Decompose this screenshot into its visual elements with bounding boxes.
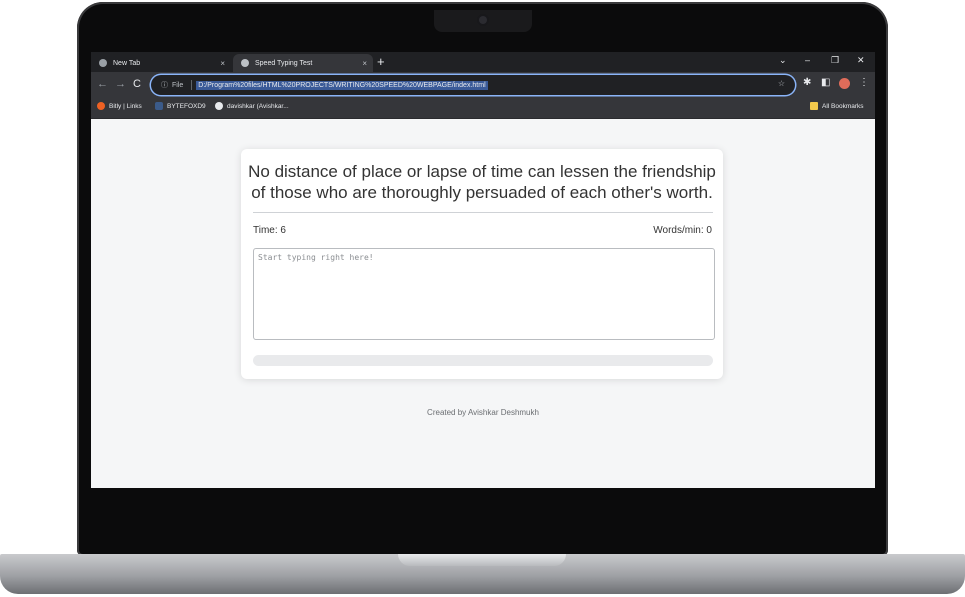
typing-input[interactable]	[253, 248, 715, 340]
laptop-lid-notch	[398, 554, 566, 566]
progress-bar	[253, 355, 713, 366]
bookmark-bitly[interactable]: Bitly | Links	[97, 102, 142, 110]
footer-credit: Created by Avishkar Deshmukh	[427, 408, 539, 417]
bookmark-label: BYTEFOXD9	[167, 102, 206, 110]
bytefox-icon	[155, 102, 163, 110]
bookmark-star-icon[interactable]: ☆	[778, 79, 785, 88]
chrome-icon	[99, 59, 107, 67]
url-text[interactable]: D:/Program%20files/HTML%20PROJECTS/WRITI…	[196, 80, 488, 90]
forward-icon[interactable]: →	[115, 78, 126, 90]
all-bookmarks[interactable]: All Bookmarks	[810, 102, 864, 110]
bookmark-github[interactable]: davishkar (Avishkar...	[215, 102, 289, 110]
bookmark-bytefox[interactable]: BYTEFOXD9	[155, 102, 206, 110]
new-tab-button[interactable]: +	[377, 55, 385, 69]
info-icon[interactable]: ⓘ	[161, 80, 168, 90]
camera-icon	[479, 16, 487, 24]
close-tab-icon[interactable]: ×	[362, 59, 367, 68]
bitly-icon	[97, 102, 105, 110]
typing-test-card: No distance of place or lapse of time ca…	[241, 149, 723, 379]
tab-title: New Tab	[113, 59, 141, 67]
quote-text: No distance of place or lapse of time ca…	[248, 162, 716, 202]
divider	[191, 80, 193, 90]
address-bar[interactable]: ⓘ File D:/Program%20files/HTML%20PROJECT…	[151, 75, 795, 95]
bookmarks-bar: Bitly | Links BYTEFOXD9 davishkar (Avish…	[91, 98, 875, 119]
folder-icon	[810, 102, 818, 110]
page-content: No distance of place or lapse of time ca…	[91, 119, 875, 488]
browser-window: New Tab × Speed Typing Test × + ⌄ – ❐ ✕ …	[91, 52, 875, 488]
minimize-icon[interactable]: –	[805, 55, 810, 65]
reload-icon[interactable]: C	[133, 78, 141, 90]
tab-strip: New Tab × Speed Typing Test × + ⌄ – ❐ ✕	[91, 52, 875, 72]
scheme-label: File	[172, 81, 184, 89]
bookmark-label: davishkar (Avishkar...	[227, 102, 289, 110]
close-tab-icon[interactable]: ×	[220, 59, 225, 68]
bookmark-label: Bitly | Links	[109, 102, 142, 110]
close-window-icon[interactable]: ✕	[857, 55, 865, 66]
restore-icon[interactable]: ❐	[831, 55, 839, 66]
extensions-icon[interactable]: ✱	[803, 77, 811, 88]
profile-avatar[interactable]	[839, 78, 850, 89]
toolbar: ← → C ⓘ File D:/Program%20files/HTML%20P…	[91, 72, 875, 98]
tab-new-tab[interactable]: New Tab ×	[91, 54, 231, 72]
github-icon	[215, 102, 223, 110]
all-bookmarks-label: All Bookmarks	[822, 102, 864, 110]
divider	[253, 212, 713, 213]
back-icon[interactable]: ←	[97, 78, 108, 90]
tab-title: Speed Typing Test	[255, 59, 313, 67]
menu-icon[interactable]: ⋮	[859, 77, 869, 88]
words-per-minute-label: Words/min: 0	[653, 225, 712, 236]
tab-search-icon[interactable]: ⌄	[779, 55, 787, 66]
tab-speed-typing-test[interactable]: Speed Typing Test ×	[233, 54, 373, 72]
side-panel-icon[interactable]: ◧	[821, 77, 830, 88]
globe-icon	[241, 59, 249, 67]
timer-label: Time: 6	[253, 225, 286, 236]
